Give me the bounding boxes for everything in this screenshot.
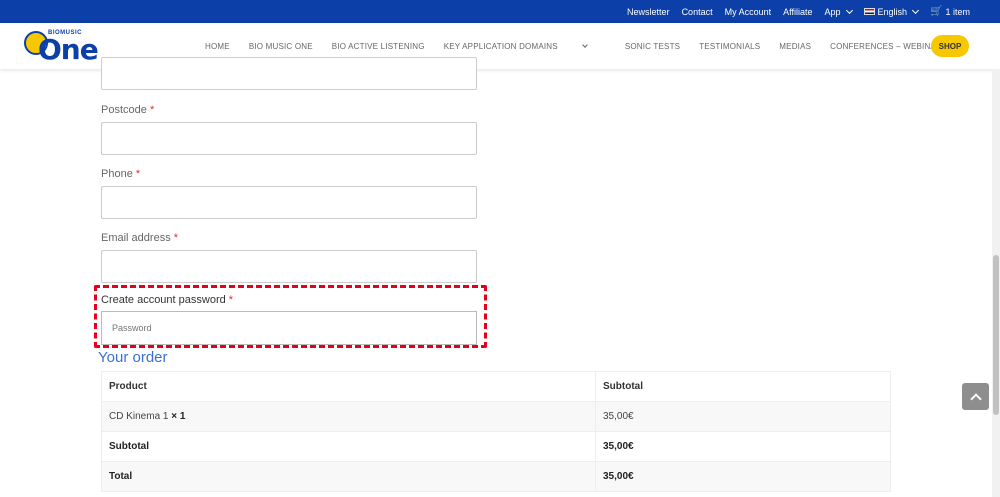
affiliate-link[interactable]: Affiliate	[783, 7, 812, 17]
nav-key-application-domains-label: KEY APPLICATION DOMAINS	[443, 41, 558, 51]
newsletter-link[interactable]: Newsletter	[627, 7, 670, 17]
chevron-down-icon	[845, 6, 853, 14]
postcode-label-text: Postcode	[101, 104, 147, 116]
address-field[interactable]	[101, 57, 477, 90]
chevron-up-icon	[969, 392, 982, 405]
scrollbar-thumb[interactable]	[993, 255, 999, 415]
required-mark: *	[228, 294, 234, 306]
table-row: CD Kinema 1 × 1 35,00€	[101, 401, 891, 432]
product-cell: CD Kinema 1 × 1	[101, 401, 596, 432]
nav-home[interactable]: HOME	[205, 42, 230, 51]
phone-label-text: Phone	[101, 168, 133, 180]
password-input[interactable]	[101, 311, 477, 345]
total-value: 35,00€	[595, 461, 891, 492]
subtotal-header: Subtotal	[595, 371, 891, 402]
app-label: App	[824, 6, 841, 17]
scrollbar[interactable]	[992, 69, 1000, 497]
cart-count: 1 item	[945, 6, 970, 17]
cart-link[interactable]: 🛒 1 item	[930, 6, 970, 17]
nav-medias[interactable]: MEDIAS	[779, 42, 811, 51]
uk-flag-icon	[863, 8, 875, 15]
postcode-field[interactable]	[101, 122, 477, 155]
order-table: Product Subtotal CD Kinema 1 × 1 35,00€ …	[101, 371, 891, 492]
product-quantity: × 1	[171, 411, 186, 422]
nav-conferences-webinars[interactable]: CONFERENCES – WEBINARS	[830, 42, 947, 51]
password-label: Create account password *	[101, 294, 233, 306]
chevron-down-icon	[581, 42, 588, 48]
logo-main-text: One	[38, 33, 99, 66]
nav-sonic-tests[interactable]: SONIC TESTS	[625, 42, 680, 51]
email-label-text: Email address	[101, 232, 171, 244]
product-header: Product	[101, 371, 596, 402]
phone-label: Phone *	[101, 168, 140, 180]
table-header-row: Product Subtotal	[101, 371, 891, 402]
subtotal-value: 35,00€	[595, 431, 891, 462]
required-mark: *	[173, 232, 179, 244]
subtotal-label: Subtotal	[101, 431, 596, 462]
back-to-top-button[interactable]	[962, 383, 989, 410]
email-field[interactable]	[101, 250, 477, 283]
required-mark: *	[135, 168, 141, 180]
app-menu[interactable]: App	[824, 6, 853, 17]
my-account-link[interactable]: My Account	[725, 7, 772, 17]
nav-bio-music-one[interactable]: BIO MUSIC ONE	[249, 42, 313, 51]
top-bar: Newsletter Contact My Account Affiliate …	[0, 0, 1000, 23]
language-label: English	[877, 6, 908, 17]
email-label: Email address *	[101, 232, 178, 244]
table-row: Total 35,00€	[101, 461, 891, 492]
product-name: CD Kinema 1	[109, 411, 169, 422]
nav-key-application-domains[interactable]: KEY APPLICATION DOMAINS	[444, 42, 606, 51]
nav-testimonials[interactable]: TESTIMONIALS	[699, 42, 760, 51]
required-mark: *	[149, 104, 155, 116]
password-label-text: Create account password	[101, 294, 226, 306]
contact-link[interactable]: Contact	[682, 7, 713, 17]
total-label: Total	[101, 461, 596, 492]
site-logo[interactable]: BIOMUSIC One	[22, 29, 99, 66]
cart-icon: 🛒	[930, 6, 943, 17]
product-price: 35,00€	[595, 401, 891, 432]
language-menu[interactable]: English	[863, 6, 920, 17]
shop-button[interactable]: SHOP	[931, 35, 969, 57]
postcode-label: Postcode *	[101, 104, 154, 116]
order-title: Your order	[98, 349, 168, 366]
chevron-down-icon	[911, 6, 920, 14]
phone-field[interactable]	[101, 186, 477, 219]
table-row: Subtotal 35,00€	[101, 431, 891, 462]
nav-bio-active-listening[interactable]: BIO ACTIVE LISTENING	[332, 42, 425, 51]
